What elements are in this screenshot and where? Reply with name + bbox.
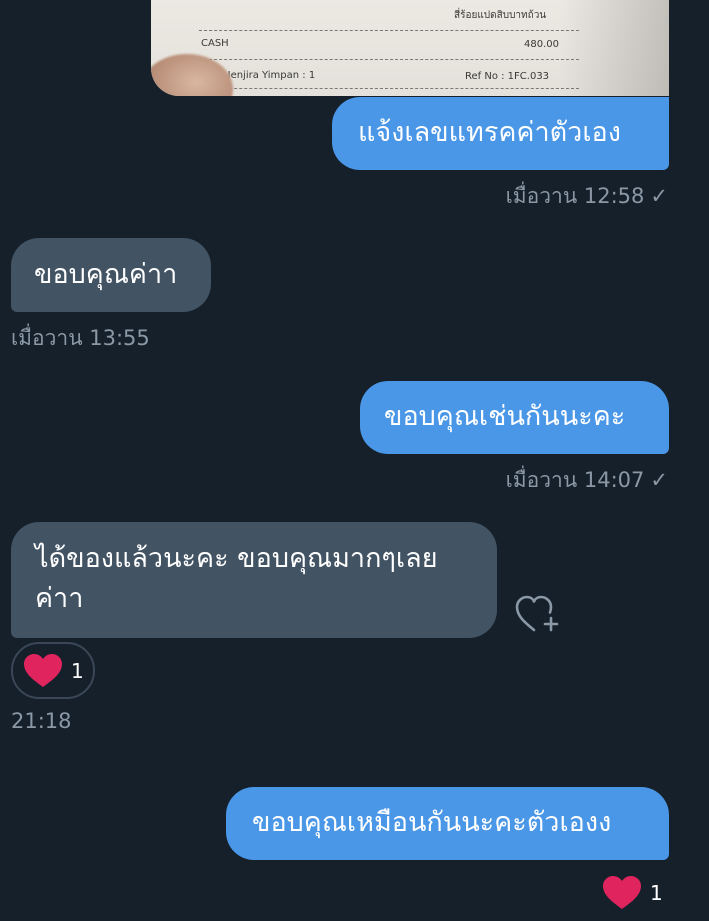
receipt-payment-label: CASH [201, 38, 229, 49]
message-bubble-outgoing[interactable]: แจ้งเลขแทรคค่าตัวเอง [332, 97, 669, 170]
message-bubble-outgoing[interactable]: ขอบคุณเหมือนกันนะคะตัวเองง [226, 787, 669, 860]
sent-check-icon: ✓ [650, 468, 668, 492]
finger-thumb [151, 54, 233, 96]
reaction-badge[interactable]: 1 [11, 642, 95, 699]
message-timestamp: เมื่อวาน 12:58 ✓ [506, 180, 668, 213]
timestamp-text: เมื่อวาน 12:58 [505, 184, 645, 208]
heart-icon [24, 653, 62, 687]
timestamp-text: 21:18 [11, 709, 72, 733]
reaction-count: 1 [71, 658, 84, 683]
chat-screen: สี่ร้อยแปดสิบบาทถ้วน CASH 480.00 ff : Je… [0, 0, 709, 921]
add-reaction-button[interactable] [513, 593, 559, 639]
receipt-payment-amount: 480.00 [524, 39, 559, 50]
message-text: ขอบคุณเช่นกันนะคะ [384, 401, 626, 432]
receipt-image[interactable]: สี่ร้อยแปดสิบบาทถ้วน CASH 480.00 ff : Je… [151, 0, 669, 96]
sent-check-icon: ✓ [650, 184, 668, 208]
heart-icon [603, 876, 641, 909]
message-bubble-outgoing[interactable]: ขอบคุณเช่นกันนะคะ [360, 381, 669, 454]
message-bubble-incoming[interactable]: ได้ของแล้วนะคะ ขอบคุณมากๆเลย ค่าา [11, 522, 497, 638]
message-timestamp: 21:18 [11, 709, 72, 733]
receipt-amount-words: สี่ร้อยแปดสิบบาทถ้วน [454, 10, 547, 21]
message-text: แจ้งเลขแทรคค่าตัวเอง [358, 117, 621, 148]
receipt-divider [199, 59, 579, 60]
message-timestamp: เมื่อวาน 13:55 [11, 322, 150, 355]
timestamp-text: เมื่อวาน 13:55 [11, 326, 150, 350]
message-timestamp: เมื่อวาน 14:07 ✓ [506, 464, 668, 497]
message-bubble-incoming[interactable]: ขอบคุณค่าา [11, 238, 211, 312]
message-text: ขอบคุณค่าา [34, 259, 178, 290]
receipt-divider [199, 88, 579, 89]
receipt-ref-number: Ref No : 1FC.033 [465, 71, 550, 82]
reaction-count: 1 [650, 881, 663, 905]
receipt-divider [199, 30, 579, 31]
message-text-line: ค่าา [35, 583, 84, 614]
message-text: ขอบคุณเหมือนกันนะคะตัวเองง [252, 807, 612, 838]
receipt-shadow [559, 0, 669, 96]
timestamp-text: เมื่อวาน 14:07 [505, 468, 645, 492]
reaction-badge[interactable]: 1 [602, 875, 663, 911]
heart-plus-icon [515, 595, 559, 632]
message-text-line: ได้ของแล้วนะคะ ขอบคุณมากๆเลย [35, 543, 438, 574]
